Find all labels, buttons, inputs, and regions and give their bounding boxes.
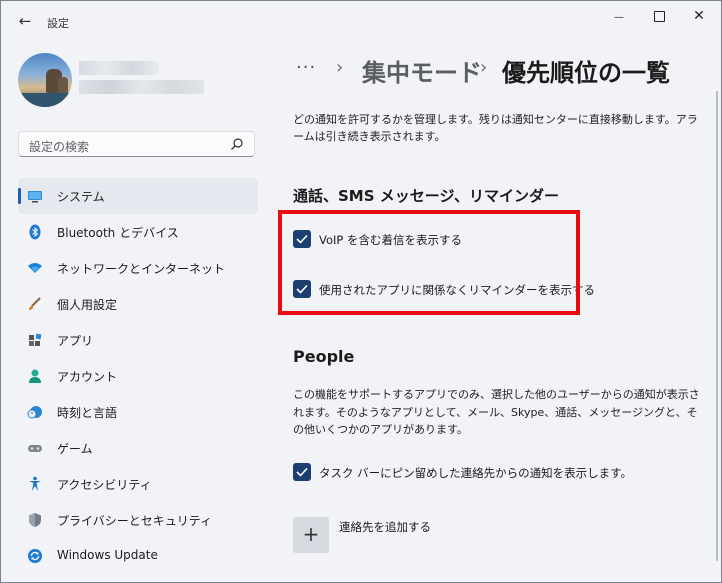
- people-description: この機能をサポートするアプリでのみ、選択した他のユーザーからの通知が表示されます…: [293, 388, 700, 436]
- brush-icon: [27, 296, 43, 312]
- sidebar-item-accounts[interactable]: アカウント: [18, 358, 258, 394]
- sidebar-item-system[interactable]: システム: [18, 178, 258, 214]
- minimize-icon: —: [614, 12, 624, 23]
- breadcrumb-parent-link[interactable]: 集中モード: [362, 53, 482, 88]
- gamepad-icon: [27, 440, 43, 456]
- avatar: [18, 53, 72, 107]
- calls-section-title: 通話、SMS メッセージ、リマインダー: [293, 187, 560, 205]
- clock-globe-icon: [27, 404, 43, 420]
- chevron-right-icon: ›: [480, 57, 488, 78]
- checkmark-icon: [296, 467, 308, 477]
- sidebar-item-label: アプリ: [57, 334, 94, 348]
- sidebar-item-time-language[interactable]: 時刻と言語: [18, 394, 258, 430]
- close-icon: ✕: [693, 8, 705, 24]
- minimize-button[interactable]: —: [599, 5, 639, 27]
- blurred-user-name: [79, 61, 159, 75]
- sidebar-item-personalization[interactable]: 個人用設定: [18, 286, 258, 322]
- close-button[interactable]: ✕: [679, 5, 719, 27]
- accessibility-icon: [27, 476, 43, 492]
- monitor-icon: [27, 188, 43, 204]
- search-box[interactable]: 設定の検索: [18, 131, 255, 157]
- page-description: どの通知を許可するかを管理します。残りは通知センターに直接移動します。アラームは…: [293, 113, 698, 143]
- sidebar-item-windows-update[interactable]: Windows Update: [18, 538, 258, 574]
- maximize-button[interactable]: [639, 5, 679, 27]
- blurred-user-email: [79, 80, 204, 94]
- add-contact-button[interactable]: +: [293, 517, 329, 553]
- plus-icon: +: [302, 522, 320, 546]
- sidebar-item-apps[interactable]: アプリ: [18, 322, 258, 358]
- sidebar-item-gaming[interactable]: ゲーム: [18, 430, 258, 466]
- add-contact-label[interactable]: 連絡先を追加する: [339, 519, 431, 535]
- sidebar-item-label: システム: [57, 190, 105, 204]
- shield-icon: [27, 512, 43, 528]
- title-bar: ← 設定 — ✕: [1, 1, 721, 43]
- sidebar-item-privacy[interactable]: プライバシーとセキュリティ: [18, 502, 258, 538]
- page-title: 優先順位の一覧: [502, 59, 670, 87]
- sidebar-item-label: Windows Update: [57, 548, 158, 562]
- sidebar-item-network[interactable]: ネットワークとインターネット: [18, 250, 258, 286]
- sidebar-item-label: 時刻と言語: [57, 406, 118, 420]
- settings-window: ← 設定 — ✕ 設定の検索 システム Bluetooth とデバイス ネットワ…: [0, 0, 722, 583]
- checkbox-label: タスク バーにピン留めした連絡先からの通知を表示します。: [319, 466, 633, 480]
- sidebar-item-label: アカウント: [57, 370, 118, 384]
- chevron-right-icon: ›: [336, 57, 344, 78]
- sidebar-item-label: 個人用設定: [57, 298, 118, 312]
- red-highlight-box: [278, 210, 580, 315]
- scrollbar[interactable]: [716, 91, 718, 561]
- sidebar-item-label: アクセシビリティ: [57, 478, 152, 492]
- sidebar-item-label: Bluetooth とデバイス: [57, 226, 179, 240]
- breadcrumb-overflow-button[interactable]: ···: [296, 57, 316, 78]
- app-title: 設定: [47, 17, 69, 30]
- maximize-icon: [653, 10, 665, 22]
- pinned-contacts-checkbox[interactable]: [293, 463, 311, 481]
- sidebar-item-accessibility[interactable]: アクセシビリティ: [18, 466, 258, 502]
- update-icon: [27, 548, 43, 564]
- sidebar-item-label: ゲーム: [57, 442, 93, 456]
- back-arrow-icon[interactable]: ←: [15, 11, 35, 31]
- apps-icon: [27, 332, 43, 348]
- bluetooth-icon: [27, 224, 43, 240]
- sidebar-nav: システム Bluetooth とデバイス ネットワークとインターネット 個人用設…: [18, 178, 258, 574]
- active-indicator: [18, 188, 21, 204]
- search-input[interactable]: 設定の検索: [29, 138, 89, 155]
- wifi-icon: [27, 260, 43, 276]
- sidebar-item-bluetooth[interactable]: Bluetooth とデバイス: [18, 214, 258, 250]
- sidebar-item-label: ネットワークとインターネット: [57, 262, 226, 276]
- sidebar-item-label: プライバシーとセキュリティ: [57, 514, 213, 528]
- people-section-title: People: [293, 347, 355, 366]
- search-icon: [231, 138, 243, 150]
- person-icon: [27, 368, 43, 384]
